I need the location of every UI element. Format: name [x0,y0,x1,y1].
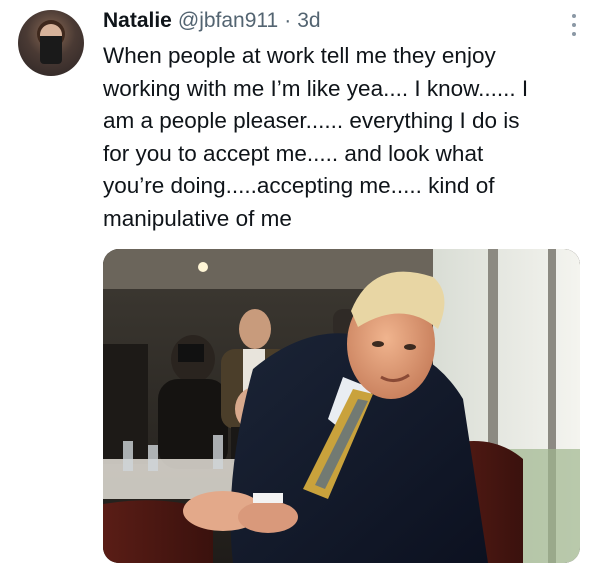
avatar[interactable] [18,10,84,76]
tweet-photo[interactable] [103,249,580,563]
tweet-text: When people at work tell me they enjoy w… [103,40,581,235]
tweet-text-line: am a people pleaser...... everything I d… [103,108,520,133]
author-name[interactable]: Natalie [103,9,172,33]
tweet-text-line: When people at work tell me they enjoy [103,43,496,68]
tweet-header: Natalie @jbfan911 · 3d [103,6,579,36]
timestamp[interactable]: 3d [297,9,320,33]
tweet-text-line: working with me I’m like yea.... I know.… [103,75,529,101]
tweet-text-line: you’re doing.....accepting me..... kind … [103,173,495,198]
author-handle[interactable]: @jbfan911 [178,9,278,33]
more-vertical-icon[interactable] [571,14,577,36]
tweet-text-line: for you to accept me..... and look what [103,140,484,166]
tweet-text-line: manipulative of me [103,205,292,231]
meta-separator: · [284,9,292,32]
